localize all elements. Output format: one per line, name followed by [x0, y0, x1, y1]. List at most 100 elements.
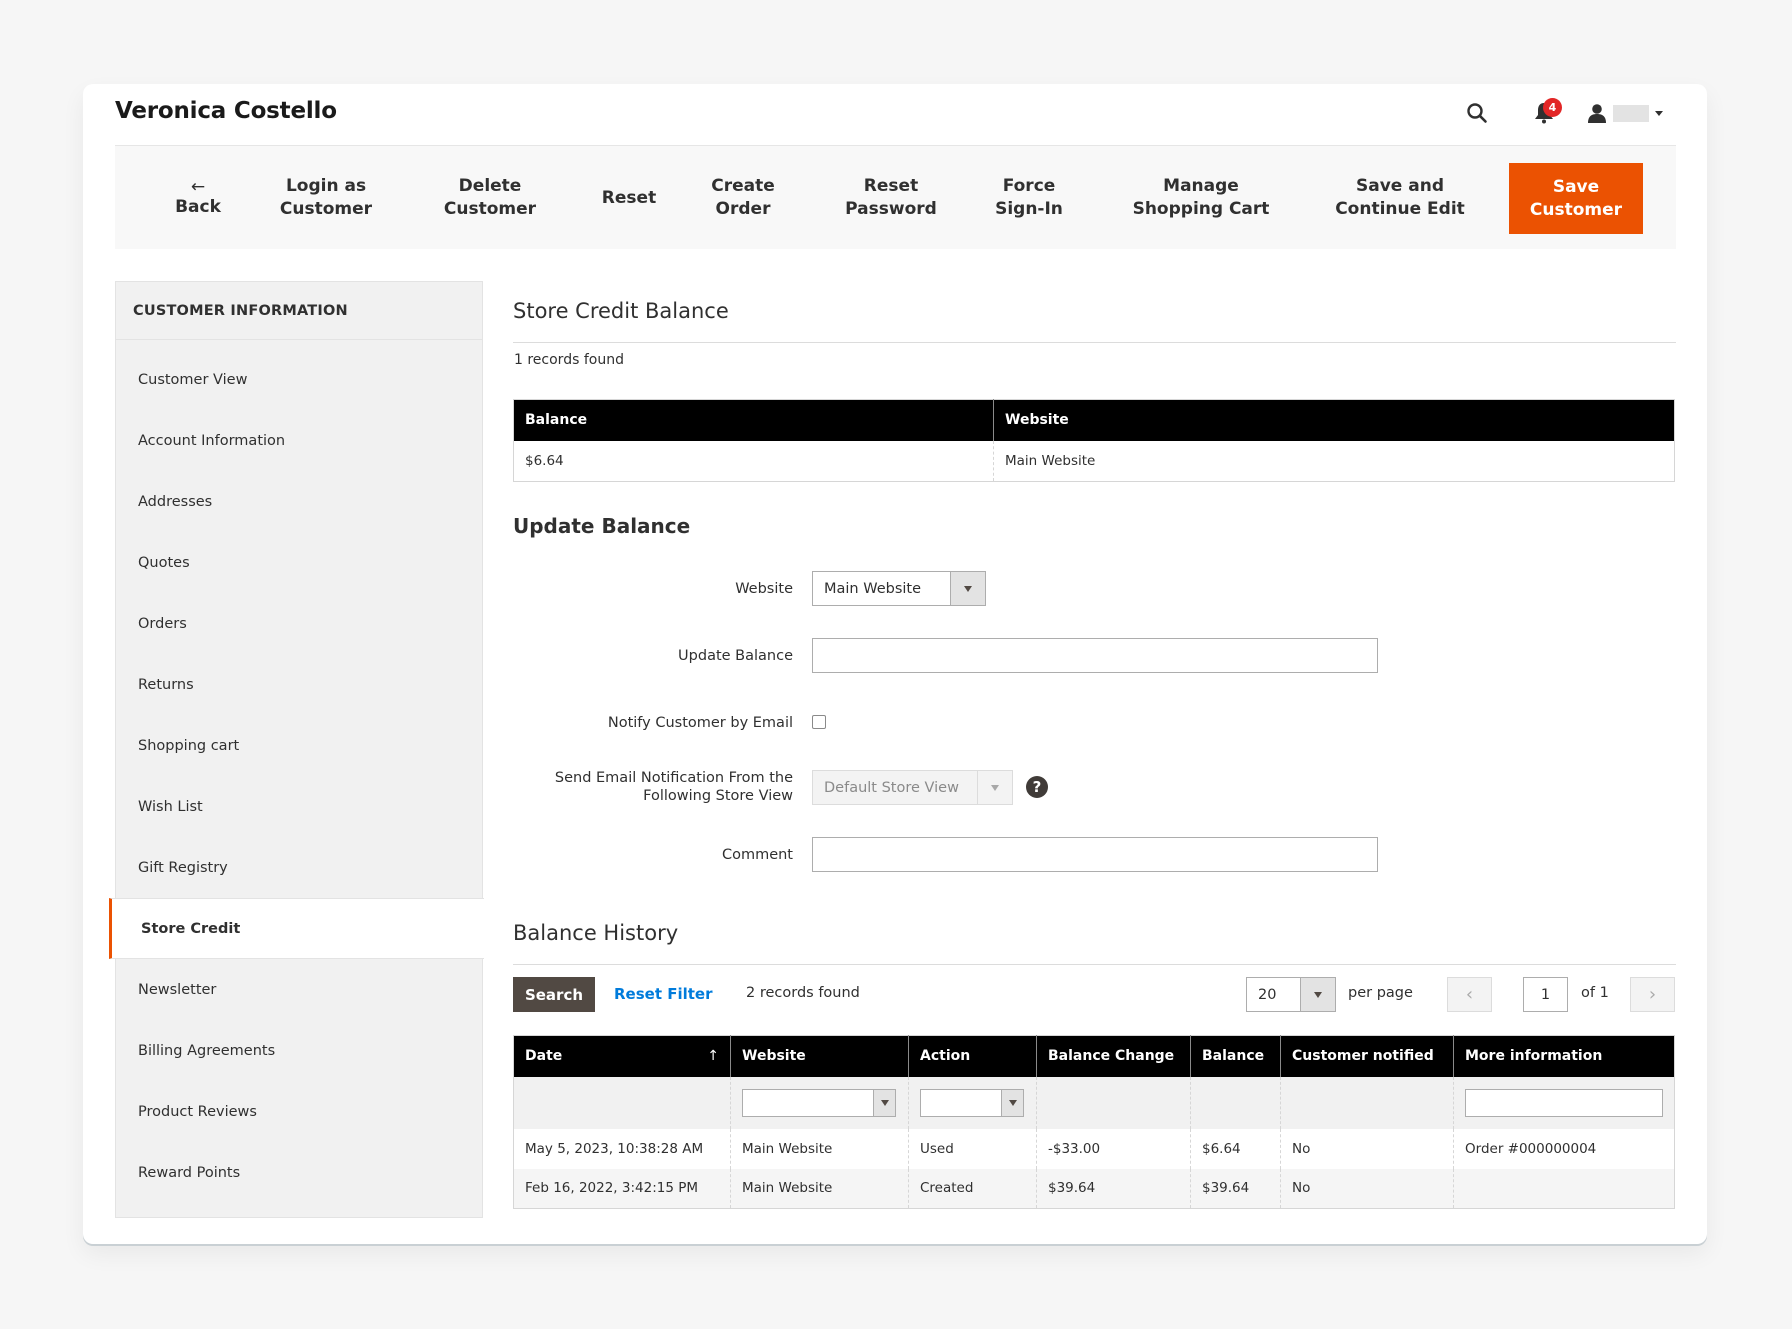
- column-header[interactable]: Customer notified: [1280, 1035, 1454, 1077]
- help-icon[interactable]: ?: [1026, 776, 1048, 798]
- sidebar-item-billing-agreements[interactable]: Billing Agreements: [116, 1020, 482, 1081]
- sidebar-item-orders[interactable]: Orders: [116, 593, 482, 654]
- delete-customer-button[interactable]: Delete Customer: [431, 146, 549, 250]
- chevron-right-icon: ›: [1648, 984, 1657, 1005]
- column-header[interactable]: Website: [993, 399, 1675, 441]
- page-title: Veronica Costello: [115, 98, 337, 124]
- table-cell: No: [1280, 1128, 1454, 1169]
- sidebar-item-returns[interactable]: Returns: [116, 654, 482, 715]
- filter-row: [513, 1076, 1675, 1129]
- notification-badge: 4: [1543, 98, 1562, 117]
- comment-input[interactable]: [812, 837, 1378, 872]
- column-header-date[interactable]: Date ↑: [513, 1035, 731, 1077]
- more-info-filter-input[interactable]: [1465, 1088, 1663, 1117]
- button-label: Password: [845, 199, 937, 219]
- store-view-select[interactable]: Default Store View: [812, 770, 1013, 805]
- reset-button[interactable]: Reset: [594, 146, 664, 250]
- website-filter-select[interactable]: [742, 1088, 896, 1117]
- button-label: Customer: [443, 199, 537, 219]
- selected-value: Main Website: [824, 580, 922, 597]
- table-cell: $6.64: [1190, 1128, 1281, 1169]
- user-menu[interactable]: [1587, 103, 1663, 123]
- button-label: Order: [715, 199, 771, 219]
- chevron-down-icon: [991, 784, 999, 791]
- table-cell: Used: [908, 1128, 1037, 1169]
- button-label: Continue Edit: [1335, 199, 1465, 219]
- sidebar-nav: Customer View Account Information Addresse…: [109, 340, 484, 1203]
- notify-label: Notify Customer by Email: [607, 715, 793, 731]
- sidebar-item-shopping-cart[interactable]: Shopping cart: [116, 715, 482, 776]
- force-sign-in-button[interactable]: Force Sign-In: [989, 146, 1069, 250]
- table-cell: No: [1280, 1168, 1454, 1209]
- sidebar-item-product-reviews[interactable]: Product Reviews: [116, 1081, 482, 1142]
- action-toolbar: ← Back Login as Customer Delete Customer…: [115, 145, 1676, 249]
- select-toggle: [1300, 978, 1335, 1011]
- sidebar-item-addresses[interactable]: Addresses: [116, 471, 482, 532]
- column-header[interactable]: Balance: [1190, 1035, 1281, 1077]
- search-button[interactable]: Search: [513, 977, 595, 1012]
- column-header[interactable]: Balance Change: [1036, 1035, 1191, 1077]
- per-page-select[interactable]: 20: [1246, 977, 1336, 1012]
- table-row[interactable]: Feb 16, 2022, 3:42:15 PM Main Website Cr…: [513, 1168, 1675, 1209]
- save-and-continue-button[interactable]: Save and Continue Edit: [1330, 146, 1470, 250]
- create-order-button[interactable]: Create Order: [703, 146, 783, 250]
- column-header[interactable]: Action: [908, 1035, 1037, 1077]
- reset-password-button[interactable]: Reset Password: [841, 146, 941, 250]
- comment-label: Comment: [721, 847, 793, 863]
- chevron-down-icon: [880, 1099, 889, 1106]
- table-cell: [1453, 1168, 1675, 1209]
- label-line: Following Store View: [643, 788, 793, 804]
- website-select[interactable]: Main Website: [812, 571, 986, 606]
- column-header[interactable]: More information: [1453, 1035, 1675, 1077]
- back-button[interactable]: ← Back: [155, 146, 241, 250]
- next-page-button[interactable]: ›: [1630, 977, 1675, 1012]
- sort-ascending-icon: ↑: [707, 1048, 719, 1065]
- filter-cell: [730, 1076, 909, 1129]
- select-toggle: [950, 572, 985, 605]
- sidebar-item-reward-points[interactable]: Reward Points: [116, 1142, 482, 1203]
- sidebar-item-store-credit[interactable]: Store Credit: [109, 898, 484, 959]
- sidebar-item-gift-registry[interactable]: Gift Registry: [116, 837, 482, 898]
- table-cell: $39.64: [1190, 1168, 1281, 1209]
- sidebar-item-newsletter[interactable]: Newsletter: [116, 959, 482, 1020]
- history-records-count: 2 records found: [746, 985, 860, 1001]
- login-as-customer-button[interactable]: Login as Customer: [267, 146, 385, 250]
- action-filter-select[interactable]: [920, 1088, 1024, 1117]
- select-toggle: [873, 1089, 895, 1116]
- table-cell: -$33.00: [1036, 1128, 1191, 1169]
- balance-records-count: 1 records found: [514, 352, 624, 368]
- button-label: Manage: [1163, 176, 1239, 196]
- column-header[interactable]: Website: [730, 1035, 909, 1077]
- button-label: Shopping Cart: [1132, 199, 1270, 219]
- table-cell: May 5, 2023, 10:38:28 AM: [513, 1128, 731, 1169]
- notifications-button[interactable]: 4: [1529, 98, 1562, 126]
- table-row: $6.64 Main Website: [514, 440, 1675, 482]
- prev-page-button[interactable]: ‹: [1447, 977, 1492, 1012]
- manage-shopping-cart-button[interactable]: Manage Shopping Cart: [1131, 146, 1271, 250]
- page-number-input[interactable]: 1: [1523, 977, 1568, 1012]
- per-page-label: per page: [1348, 985, 1413, 1001]
- store-view-label: Send Email Notification From the Followi…: [555, 769, 793, 805]
- selected-value: 20: [1258, 986, 1277, 1003]
- website-label: Website: [735, 581, 793, 597]
- save-customer-button[interactable]: Save Customer: [1509, 163, 1643, 234]
- notify-customer-checkbox[interactable]: [812, 715, 826, 729]
- filter-cell: [908, 1076, 1037, 1129]
- filter-cell: [1280, 1076, 1454, 1129]
- sidebar-item-customer-view[interactable]: Customer View: [116, 349, 482, 410]
- update-balance-input[interactable]: [812, 638, 1378, 673]
- button-label: Force: [1002, 176, 1056, 196]
- sidebar-item-wish-list[interactable]: Wish List: [116, 776, 482, 837]
- table-row[interactable]: May 5, 2023, 10:38:28 AM Main Website Us…: [513, 1128, 1675, 1169]
- user-icon: [1588, 104, 1606, 123]
- arrow-left-icon: ←: [190, 176, 206, 197]
- page-total: of 1: [1581, 985, 1609, 1001]
- table-cell: Main Website: [730, 1128, 909, 1169]
- button-label: Create: [711, 176, 775, 196]
- sidebar-item-quotes[interactable]: Quotes: [116, 532, 482, 593]
- chevron-down-icon: [1008, 1099, 1017, 1106]
- reset-filter-link[interactable]: Reset Filter: [614, 985, 713, 1003]
- search-icon[interactable]: [1465, 101, 1489, 125]
- column-header[interactable]: Balance: [513, 399, 994, 441]
- sidebar-item-account-information[interactable]: Account Information: [116, 410, 482, 471]
